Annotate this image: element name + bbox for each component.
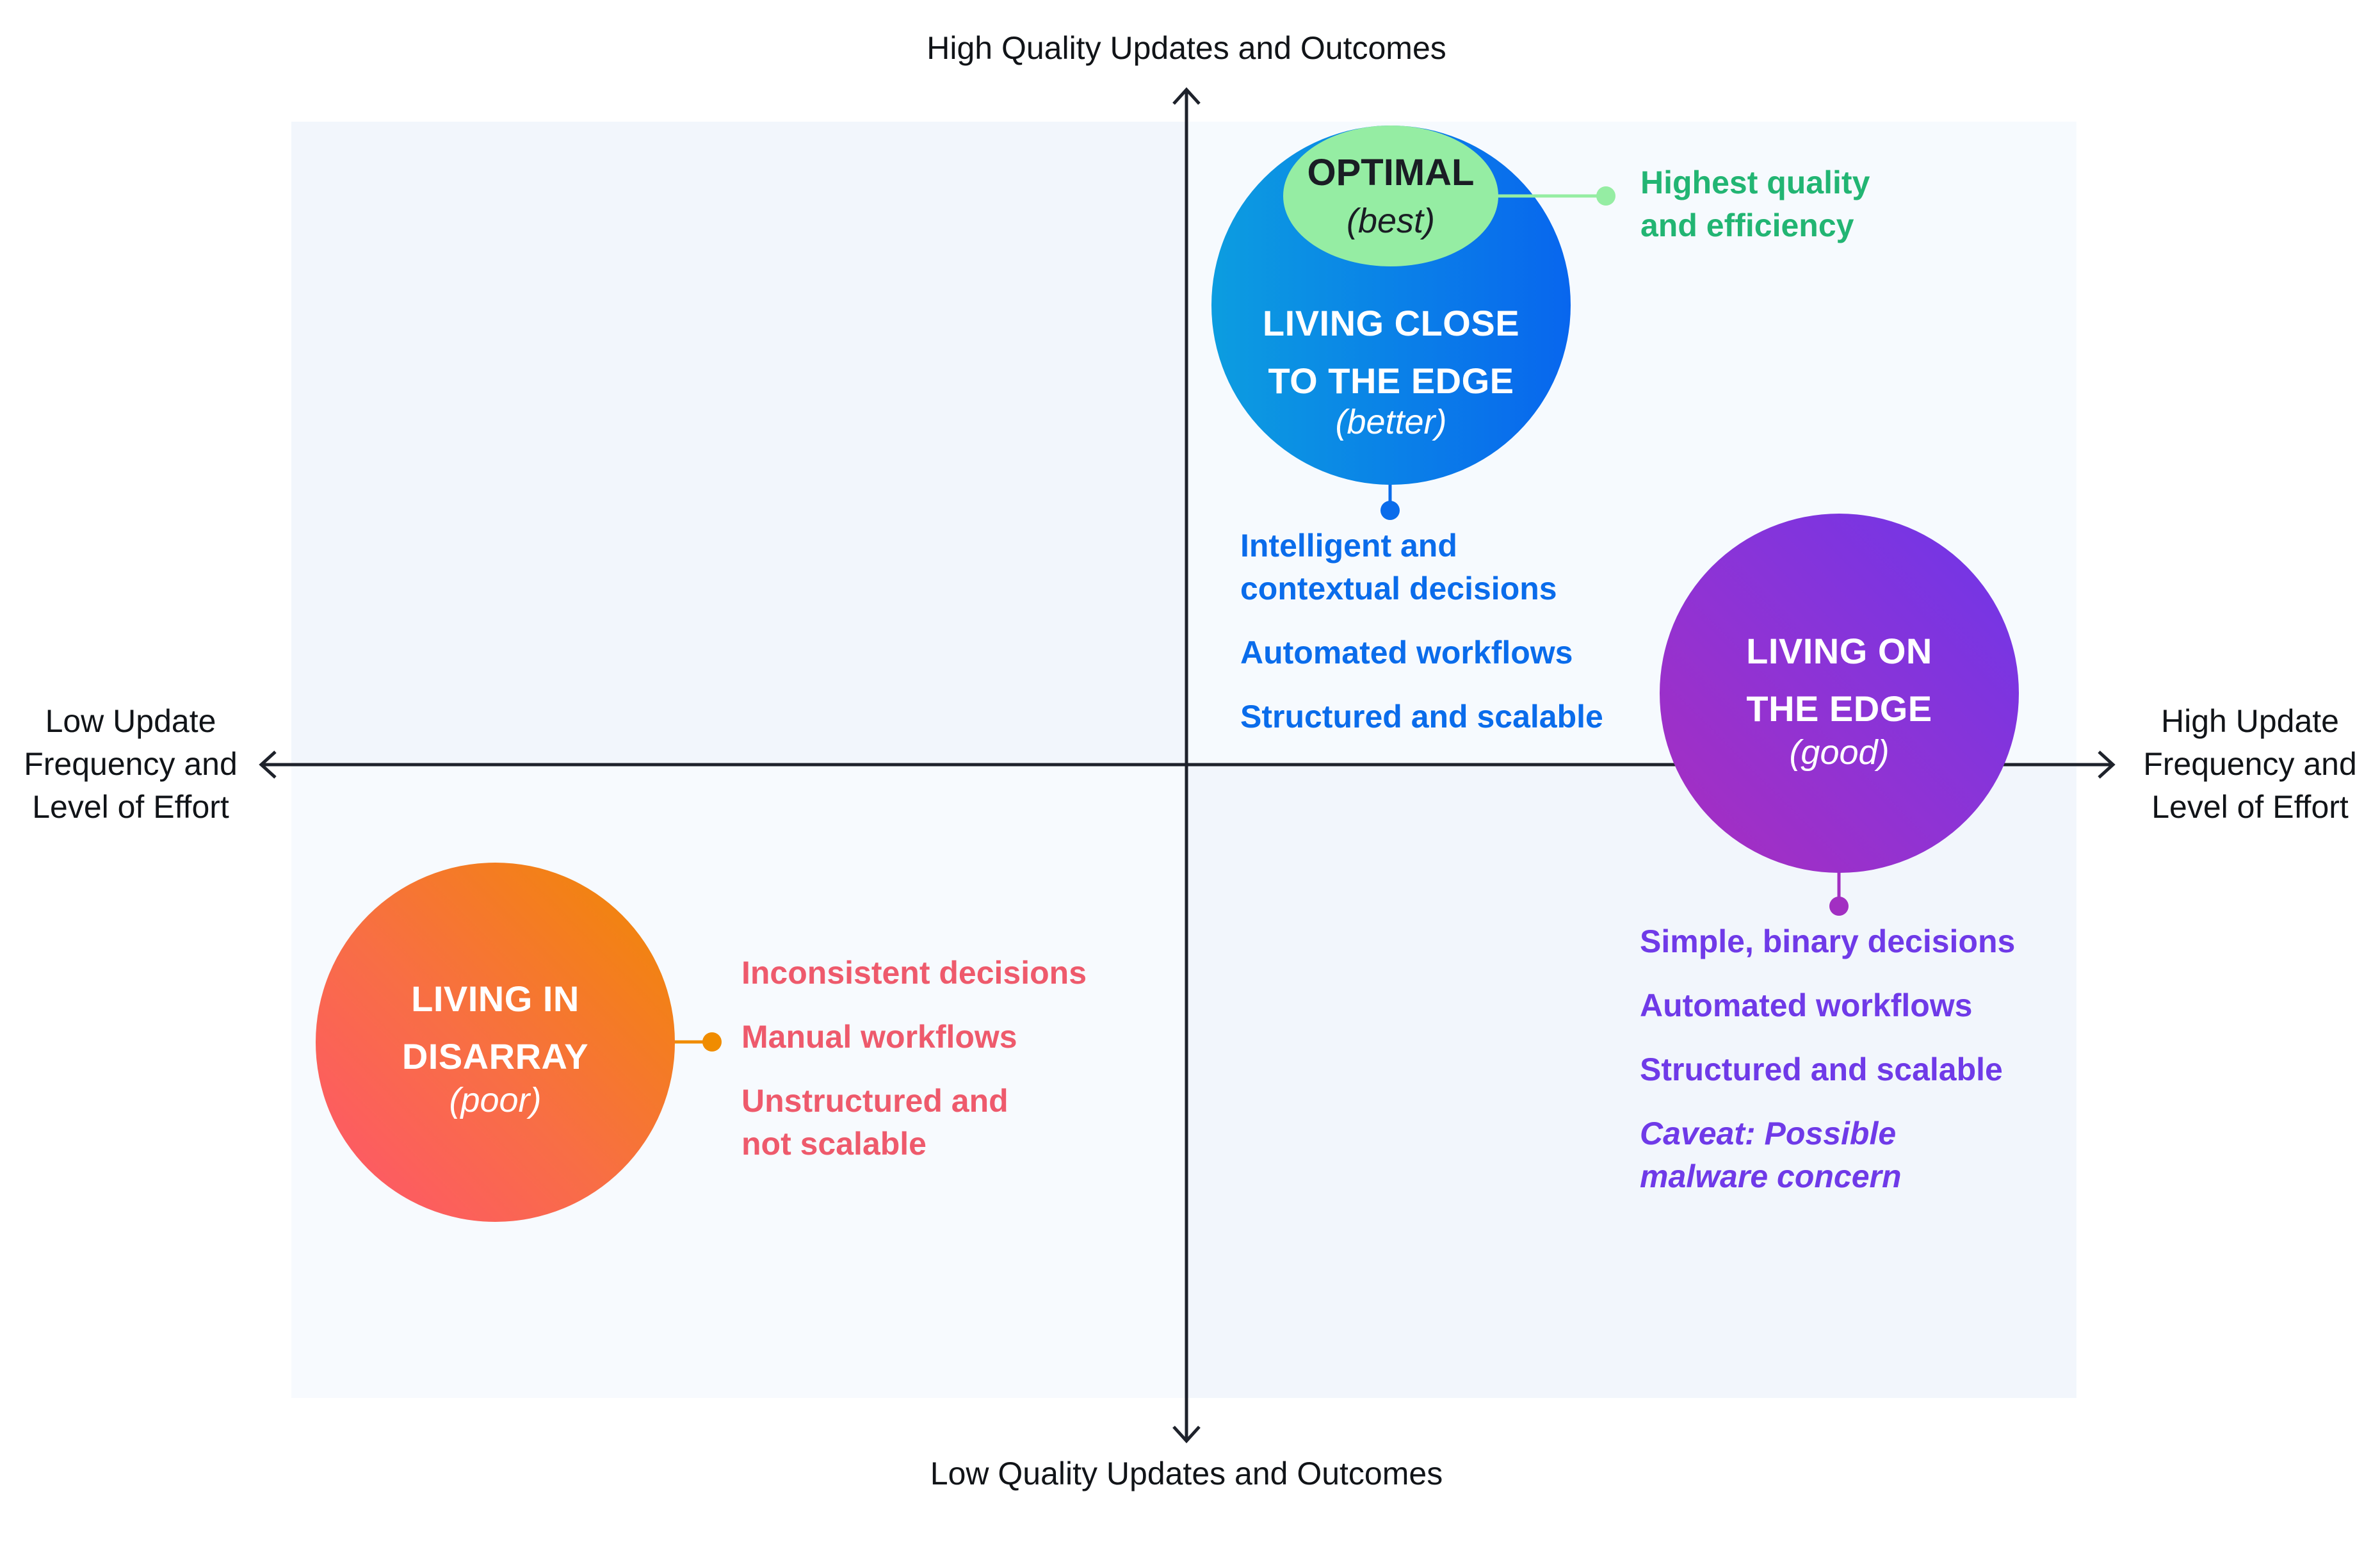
close-edge-title-line1: LIVING CLOSE	[1262, 303, 1520, 343]
close-edge-note: Automated workflows	[1240, 635, 1573, 670]
on-edge-caveat: Caveat: Possible malware concern	[1640, 1116, 1902, 1194]
optimal-notes: Highest quality and efficiency	[1640, 161, 1870, 268]
on-edge-note: Simple, binary decisions	[1640, 923, 2016, 959]
optimal-connector-layer	[1496, 186, 1615, 206]
optimal-title: OPTIMAL	[1307, 152, 1475, 193]
on-edge-notes: Simple, binary decisions Automated workf…	[1640, 920, 2015, 1219]
on-edge-note: Structured and scalable	[1640, 1052, 2003, 1087]
disarray-notes: Inconsistent decisions Manual workflows …	[741, 952, 1087, 1187]
optimal-dot	[1596, 186, 1615, 206]
close-edge-notes: Intelligent and contextual decisions Aut…	[1240, 524, 1603, 760]
close-edge-rating: (better)	[1335, 403, 1447, 441]
close-edge-note: Intelligent and contextual decisions	[1240, 528, 1557, 606]
disarray-note: Unstructured and not scalable	[741, 1083, 1008, 1162]
close-edge-label: LIVING CLOSE TO THE EDGE (better)	[1211, 295, 1571, 444]
on-edge-note: Automated workflows	[1640, 987, 1973, 1023]
disarray-note: Inconsistent decisions	[741, 955, 1087, 991]
optimal-rating: (best)	[1346, 202, 1436, 240]
close-edge-note: Structured and scalable	[1240, 699, 1603, 735]
optimal-note: Highest quality and efficiency	[1640, 165, 1870, 243]
disarray-note: Manual workflows	[741, 1019, 1017, 1055]
optimal-label: OPTIMAL (best)	[1283, 150, 1498, 243]
